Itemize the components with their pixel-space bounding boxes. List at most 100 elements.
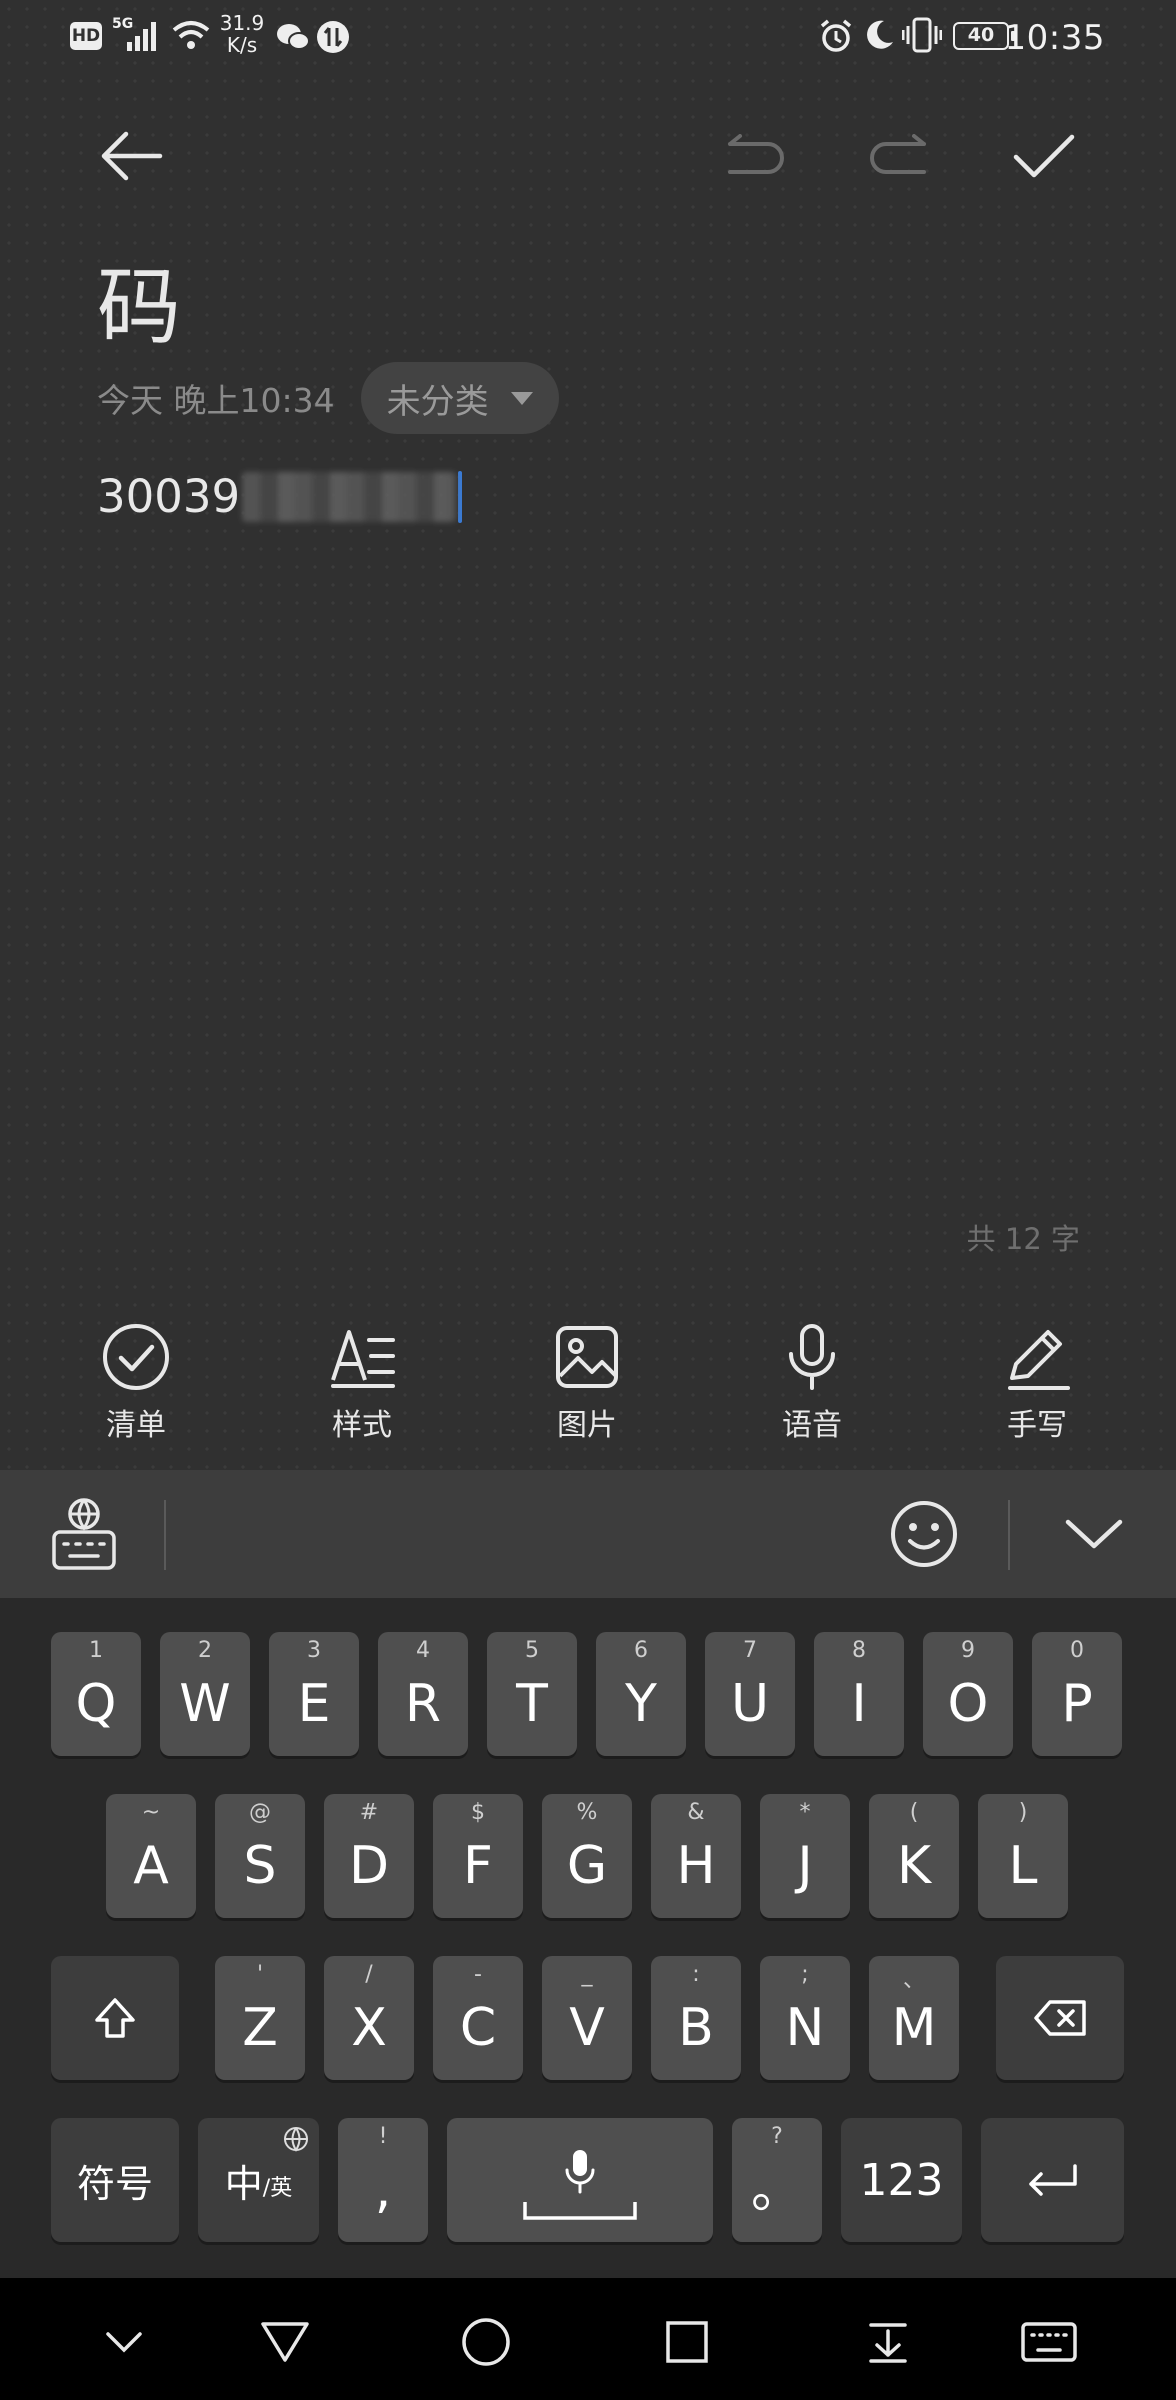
- language-switch-key[interactable]: 中/英: [198, 2118, 319, 2242]
- key-d[interactable]: # D: [324, 1794, 414, 1918]
- key-f[interactable]: $ F: [433, 1794, 523, 1918]
- keyboard-switch-button[interactable]: [1009, 2302, 1089, 2382]
- key-label: T: [516, 1674, 548, 1734]
- key-hint: 2: [198, 1638, 212, 1663]
- key-hint: %: [576, 1800, 598, 1825]
- key-x[interactable]: / X: [324, 1956, 414, 2080]
- key-label: G: [566, 1836, 608, 1896]
- language-label: 中/英: [198, 2118, 319, 2242]
- key-hint: -: [474, 1962, 482, 1987]
- net-speed-value: 31.9: [219, 11, 265, 35]
- key-label: W: [179, 1674, 231, 1734]
- key-a[interactable]: ~ A: [106, 1794, 196, 1918]
- key-w[interactable]: 2W: [160, 1632, 250, 1756]
- backspace-key[interactable]: [996, 1956, 1124, 2080]
- key-label: A: [133, 1836, 169, 1896]
- redo-button[interactable]: [858, 116, 938, 196]
- category-dropdown[interactable]: 未分类: [360, 362, 559, 434]
- key-hint: &: [687, 1800, 705, 1825]
- key-t[interactable]: 5T: [487, 1632, 577, 1756]
- note-body[interactable]: 30039: [97, 470, 463, 523]
- key-b[interactable]: :B: [651, 1956, 741, 2080]
- emoji-icon: [891, 1501, 957, 1567]
- enter-key[interactable]: [981, 2118, 1124, 2242]
- key-hint: 3: [307, 1638, 321, 1663]
- lang-main: 中: [224, 2161, 263, 2206]
- backspace-icon: [996, 1956, 1124, 2080]
- tool-label: 手写: [1007, 1408, 1067, 1443]
- key-v[interactable]: _ V: [542, 1956, 632, 2080]
- key-hint: 1: [89, 1638, 103, 1663]
- key-hint: _: [581, 1962, 593, 1987]
- symbols-key[interactable]: 符号: [51, 2118, 179, 2242]
- image-button[interactable]: 图片: [517, 1322, 657, 1444]
- ime-toolbar: [0, 1470, 1176, 1598]
- key-label: Y: [625, 1674, 657, 1734]
- net-speed: 31.9 K/s: [214, 12, 270, 56]
- word-count: 共 12 字: [966, 1222, 1080, 1256]
- back-nav-button[interactable]: [245, 2302, 325, 2382]
- save-button[interactable]: [1004, 116, 1084, 196]
- key-m[interactable]: 、 M: [869, 1956, 959, 2080]
- key-l[interactable]: ) L: [978, 1794, 1068, 1918]
- key-o[interactable]: 9O: [923, 1632, 1013, 1756]
- key-label: ,: [374, 2160, 392, 2220]
- handwriting-button[interactable]: 手写: [967, 1322, 1107, 1444]
- key-g[interactable]: % G: [542, 1794, 632, 1918]
- hd-badge: HD: [70, 22, 102, 50]
- key-s[interactable]: @ S: [215, 1794, 305, 1918]
- numbers-key[interactable]: 123: [841, 2118, 962, 2242]
- key-h[interactable]: & H: [651, 1794, 741, 1918]
- key-hint: ': [256, 1962, 264, 1987]
- home-nav-button[interactable]: [446, 2302, 526, 2382]
- key-z[interactable]: ' Z: [215, 1956, 305, 2080]
- key-p[interactable]: 0P: [1032, 1632, 1122, 1756]
- chevron-down-icon: [106, 2332, 142, 2353]
- checklist-button[interactable]: 清单: [66, 1322, 206, 1444]
- emoji-button[interactable]: [884, 1494, 964, 1574]
- key-c[interactable]: -C: [433, 1956, 523, 2080]
- keyboard: 1Q 2W 3E 4R 5T 6Y 7U 8I 9O 0P ~ A @ S # D $…: [0, 1598, 1176, 2278]
- tool-label: 样式: [332, 1408, 392, 1443]
- key-label: S: [243, 1836, 277, 1896]
- key-hint: 7: [743, 1638, 757, 1663]
- undo-button[interactable]: [716, 116, 796, 196]
- tool-label: 清单: [106, 1408, 166, 1443]
- key-k[interactable]: (K: [869, 1794, 959, 1918]
- comma-key[interactable]: !,: [338, 2118, 428, 2242]
- key-label: N: [785, 1998, 825, 2058]
- style-button[interactable]: 样式: [292, 1322, 432, 1444]
- upload-icon: [317, 21, 349, 53]
- back-button[interactable]: [92, 116, 172, 196]
- key-label: F: [463, 1836, 493, 1896]
- pull-down-icon: [869, 2323, 907, 2363]
- hide-keyboard-button[interactable]: [1054, 1494, 1134, 1574]
- key-hint: 5: [525, 1638, 539, 1663]
- key-u[interactable]: 7U: [705, 1632, 795, 1756]
- key-hint: #: [359, 1800, 379, 1825]
- moon-icon: [867, 20, 893, 49]
- signal-icon: [127, 22, 156, 51]
- keyboard-settings-button[interactable]: [44, 1494, 124, 1574]
- shift-key[interactable]: [51, 1956, 179, 2080]
- vibrate-icon: [902, 17, 942, 53]
- space-key[interactable]: [447, 2118, 713, 2242]
- recents-nav-button[interactable]: [647, 2302, 727, 2382]
- key-hint: 0: [1070, 1638, 1084, 1663]
- key-label: R: [404, 1674, 442, 1734]
- notification-pull-button[interactable]: [848, 2302, 928, 2382]
- note-title[interactable]: 码: [97, 240, 181, 361]
- key-r[interactable]: 4R: [378, 1632, 468, 1756]
- key-e[interactable]: 3E: [269, 1632, 359, 1756]
- key-i[interactable]: 8I: [814, 1632, 904, 1756]
- key-y[interactable]: 6Y: [596, 1632, 686, 1756]
- key-label: C: [459, 1998, 497, 2058]
- collapse-nav-button[interactable]: [84, 2302, 164, 2382]
- voice-button[interactable]: 语音: [742, 1322, 882, 1444]
- key-q[interactable]: 1Q: [51, 1632, 141, 1756]
- key-hint: $: [471, 1800, 485, 1825]
- key-n[interactable]: ; N: [760, 1956, 850, 2080]
- key-j[interactable]: * J: [760, 1794, 850, 1918]
- undo-icon: [728, 134, 784, 174]
- period-key[interactable]: ?。: [732, 2118, 822, 2242]
